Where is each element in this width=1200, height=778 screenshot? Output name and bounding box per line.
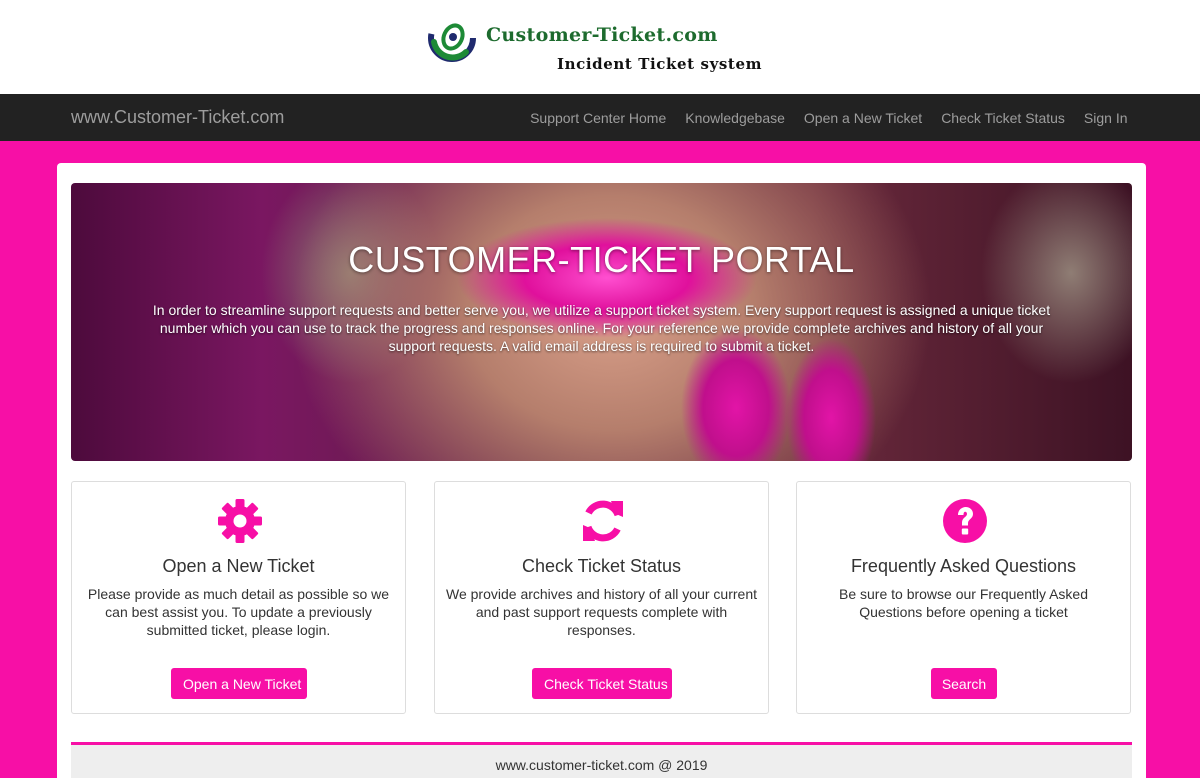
nav-links: Support Center Home Knowledgebase Open a… <box>521 94 1137 141</box>
hero-banner: CUSTOMER-TICKET PORTAL In order to strea… <box>71 183 1132 461</box>
panel-check-status: Check Ticket Status We provide archives … <box>434 481 769 714</box>
panel-text: Please provide as much detail as possibl… <box>87 586 390 638</box>
nav-link-support-center-home[interactable]: Support Center Home <box>521 110 676 126</box>
hero-text: In order to streamline support requests … <box>152 302 1051 354</box>
nav-link-knowledgebase[interactable]: Knowledgebase <box>676 110 795 126</box>
refresh-icon <box>583 500 623 542</box>
logo[interactable]: Customer-Ticket.com Incident Ticket syst… <box>424 10 784 82</box>
question-icon <box>943 499 987 543</box>
open-new-ticket-button[interactable]: Open a New Ticket <box>171 668 307 699</box>
main-container: CUSTOMER-TICKET PORTAL In order to strea… <box>57 163 1146 778</box>
footer: www.customer-ticket.com @ 2019 <box>71 742 1132 778</box>
hero-title: CUSTOMER-TICKET PORTAL <box>348 239 855 280</box>
search-button[interactable]: Search <box>931 668 997 699</box>
navbar-brand[interactable]: www.Customer-Ticket.com <box>71 107 284 128</box>
panel-title: Check Ticket Status <box>521 556 682 576</box>
panel-open-ticket: Open a New Ticket Please provide as much… <box>71 481 406 714</box>
check-ticket-status-button[interactable]: Check Ticket Status <box>532 668 672 699</box>
logo-subtitle: Incident Ticket system <box>557 55 763 73</box>
panel-text: Be sure to browse our Frequently Asked Q… <box>838 586 1089 620</box>
footer-text: www.customer-ticket.com @ 2019 <box>495 757 708 773</box>
gear-icon <box>218 499 262 543</box>
nav-link-open-new-ticket[interactable]: Open a New Ticket <box>794 110 931 126</box>
navbar: www.Customer-Ticket.com Support Center H… <box>0 94 1200 141</box>
nav-link-sign-in[interactable]: Sign In <box>1074 110 1137 126</box>
panel-faq: Frequently Asked Questions Be sure to br… <box>796 481 1131 714</box>
panel-title: Frequently Asked Questions <box>850 556 1077 576</box>
panel-title: Open a New Ticket <box>162 556 315 576</box>
nav-link-check-ticket-status[interactable]: Check Ticket Status <box>932 110 1075 126</box>
site-header: Customer-Ticket.com Incident Ticket syst… <box>0 0 1200 94</box>
panel-text: We provide archives and history of all y… <box>446 586 757 638</box>
logo-title: Customer-Ticket.com <box>486 24 718 46</box>
swirl-logo-icon <box>428 14 476 62</box>
